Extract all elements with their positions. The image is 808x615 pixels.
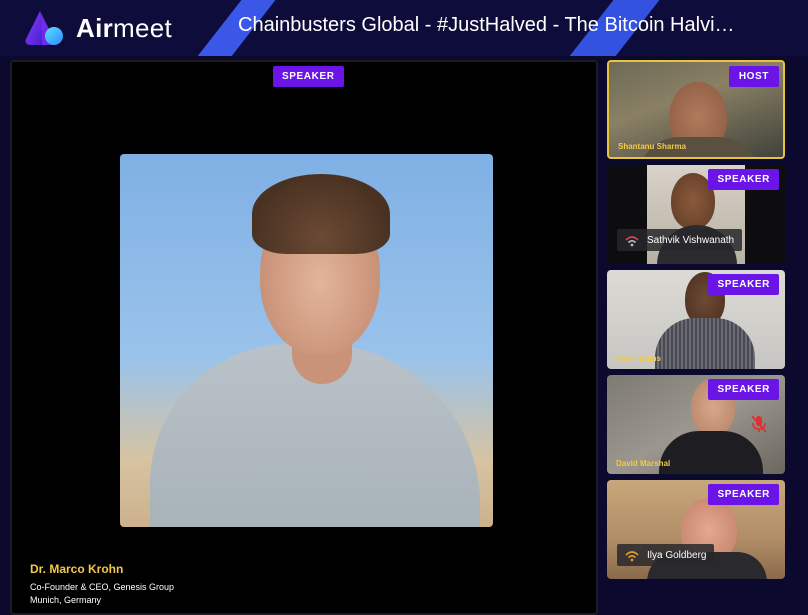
participant-tile[interactable]: SPEAKER David Marshal [607,375,785,474]
brand-name: Airmeet [76,12,173,43]
participant-name: Shantanu Sharma [618,142,687,151]
speaker-badge: SPEAKER [708,484,779,505]
speaker-badge: SPEAKER [708,379,779,400]
main-speaker-video[interactable] [120,154,493,527]
airmeet-logo-icon [24,9,66,47]
main-stage: SPEAKER Dr. Marco Krohn Co-Founder & CEO… [10,60,598,615]
video-figure [655,318,755,369]
host-badge: HOST [728,66,779,87]
participant-name-chip: Ilya Goldberg [617,544,715,566]
participant-tile[interactable]: SPEAKER Pavel Bains [607,270,785,369]
mic-muted-icon [751,415,767,433]
speaker-info: Dr. Marco Krohn Co-Founder & CEO, Genesi… [30,562,174,607]
participant-tile[interactable]: SPEAKER Sathvik Vishwanath [607,165,785,264]
app-header: Airmeet Chainbusters Global - #JustHalve… [0,0,808,56]
speaker-badge: SPEAKER [708,274,779,295]
participants-sidebar: HOST Shantanu Sharma SPEAKER Sathvik Vis… [607,60,787,615]
speaker-location: Munich, Germany [30,595,102,605]
wifi-icon [625,234,639,247]
participant-tile[interactable]: SPEAKER Ilya Goldberg [607,480,785,579]
video-figure [252,174,390,254]
airmeet-logo[interactable]: Airmeet [24,8,172,48]
speaker-badge: SPEAKER [708,169,779,190]
video-figure [659,431,763,474]
wifi-icon [625,549,639,562]
speaker-role: Co-Founder & CEO, Genesis Group [30,582,175,592]
participant-name: David Marshal [616,459,671,468]
participant-name: Ilya Goldberg [647,549,707,561]
participant-name: Sathvik Vishwanath [647,234,735,246]
speaker-name: Dr. Marco Krohn [30,562,124,576]
speaker-badge: SPEAKER [273,66,344,87]
participant-name-chip: Sathvik Vishwanath [617,229,743,251]
participant-tile-host[interactable]: HOST Shantanu Sharma [607,60,785,159]
event-title: Chainbusters Global - #JustHalved - The … [238,14,735,36]
participant-name: Pavel Bains [616,354,661,363]
